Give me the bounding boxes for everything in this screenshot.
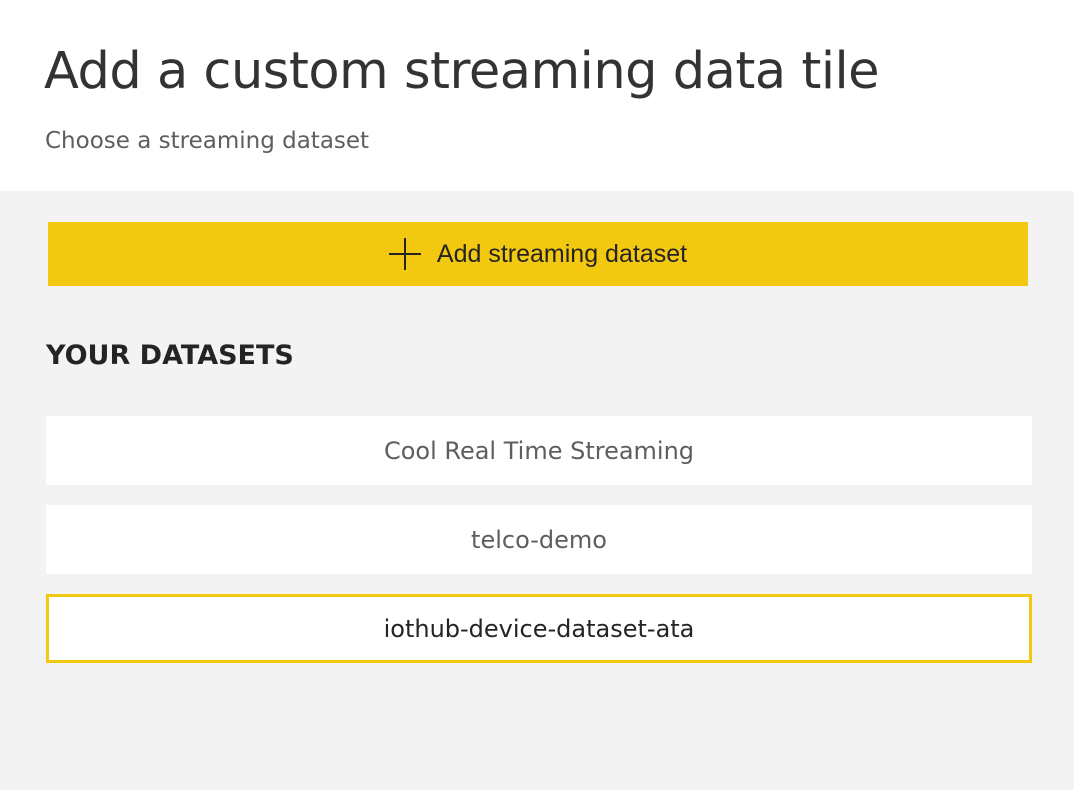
header: Add a custom streaming data tile Choose … [0, 0, 1074, 191]
plus-icon [388, 238, 421, 270]
add-streaming-dataset-label: Add streaming dataset [436, 240, 688, 268]
dataset-item[interactable]: Cool Real Time Streaming [46, 416, 1032, 485]
dataset-name: telco-demo [471, 525, 607, 554]
your-datasets-heading: YOUR DATASETS [46, 340, 294, 371]
add-streaming-dataset-button[interactable]: Add streaming dataset [48, 222, 1028, 286]
dataset-item-selected[interactable]: iothub-device-dataset-ata [46, 594, 1032, 663]
dataset-name: Cool Real Time Streaming [383, 436, 695, 465]
streaming-tile-panel: Add a custom streaming data tile Choose … [0, 0, 1074, 790]
page-title: Add a custom streaming data tile [44, 42, 880, 101]
dataset-item[interactable]: telco-demo [46, 505, 1032, 574]
page-subtitle: Choose a streaming dataset [45, 128, 370, 154]
dataset-name: iothub-device-dataset-ata [383, 614, 695, 643]
